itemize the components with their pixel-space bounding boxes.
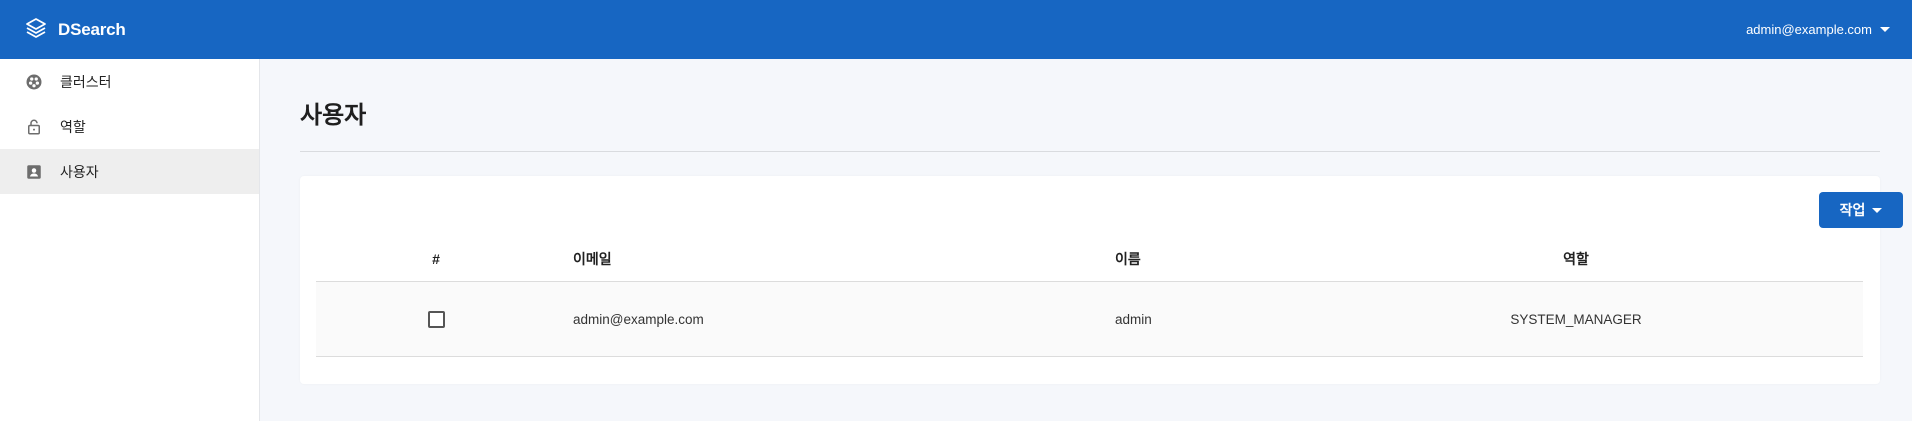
layers-icon (24, 16, 48, 43)
action-button[interactable]: 작업 (1819, 192, 1903, 228)
users-table: # 이메일 이름 역할 admin@example.com admin SYST… (316, 237, 1863, 357)
sidebar-item-label: 사용자 (60, 163, 99, 180)
row-role: SYSTEM_MANAGER (1510, 311, 1642, 327)
table-header: # 이메일 이름 역할 (316, 237, 1863, 282)
action-button-label: 작업 (1839, 202, 1866, 218)
column-header-num[interactable]: # (316, 237, 556, 281)
brand[interactable]: DSearch (24, 16, 126, 43)
sidebar-item-clusters[interactable]: 클러스터 (0, 59, 259, 104)
user-menu[interactable]: admin@example.com (1746, 0, 1890, 59)
users-card: 작업 # 이메일 이름 역할 admin@example.com admin S… (300, 176, 1903, 384)
main-content: 사용자 작업 # 이메일 이름 역할 admin@example.com adm… (260, 59, 1912, 421)
chevron-down-icon (1880, 27, 1890, 32)
column-header-name[interactable]: 이름 (1115, 237, 1141, 281)
chevron-down-icon (1872, 207, 1883, 213)
user-email: admin@example.com (1746, 22, 1872, 37)
app-title: DSearch (58, 19, 126, 39)
sidebar-item-roles[interactable]: 역할 (0, 104, 259, 149)
row-name: admin (1115, 311, 1152, 327)
sidebar-item-label: 클러스터 (60, 73, 112, 90)
account-box-icon (24, 162, 44, 182)
sidebar-item-users[interactable]: 사용자 (0, 149, 259, 194)
sidebar: 클러스터 역할 사용자 (0, 59, 260, 421)
title-divider (300, 151, 1880, 152)
column-header-email[interactable]: 이메일 (573, 237, 612, 281)
sidebar-item-label: 역할 (60, 118, 86, 135)
row-email: admin@example.com (573, 311, 704, 327)
row-checkbox[interactable] (427, 310, 445, 328)
lock-icon (24, 117, 44, 137)
app-bar: DSearch admin@example.com (0, 0, 1912, 59)
table-row[interactable]: admin@example.com admin SYSTEM_MANAGER (316, 282, 1863, 357)
column-header-role[interactable]: 역할 (1426, 237, 1726, 281)
cluster-icon (24, 72, 44, 92)
row-select-cell (316, 282, 556, 356)
page-title: 사용자 (300, 102, 367, 129)
